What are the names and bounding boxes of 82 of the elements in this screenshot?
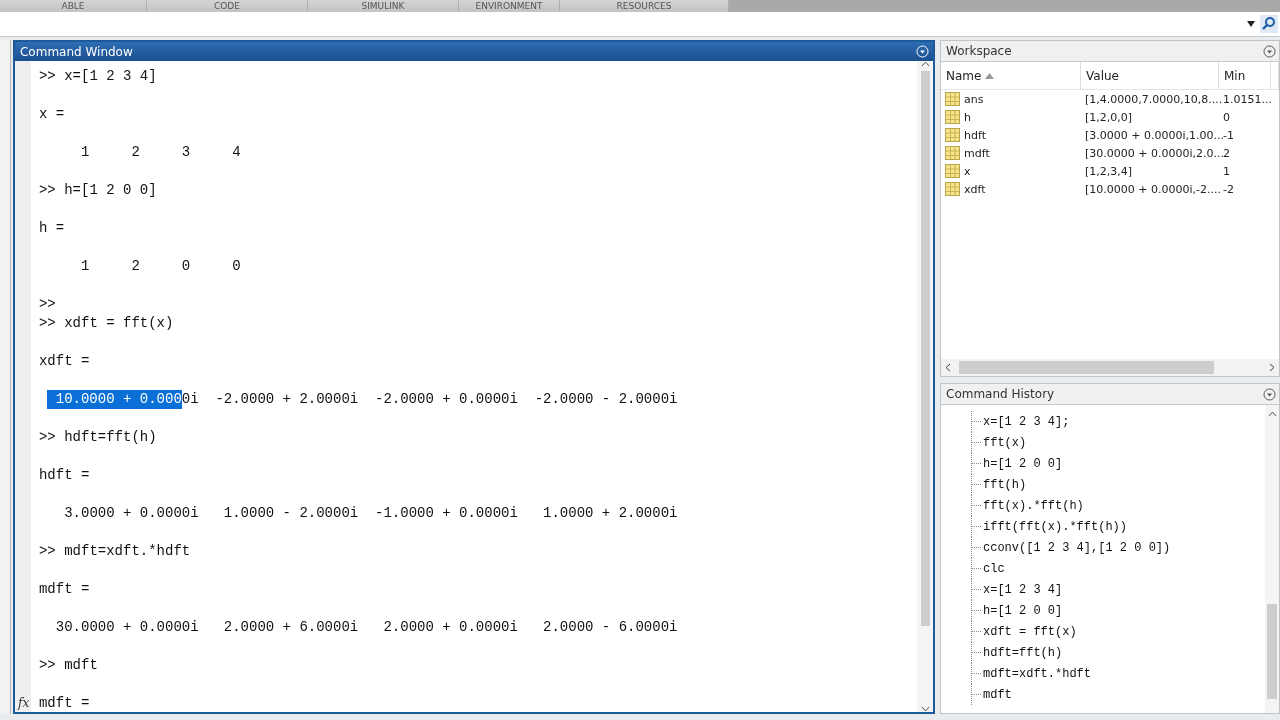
output-text: 30.0000 + 0.0000i 2.0000 + 6.0000i 2.0000 + 0.0000i 2.0000 - 6.0000i <box>54 618 678 637</box>
history-entry[interactable]: xdft = fft(x) <box>983 625 1077 639</box>
prompt: >> <box>38 295 56 314</box>
dropdown-caret-icon[interactable] <box>1246 20 1256 28</box>
prompt: >> <box>38 181 56 200</box>
command-text: hdft=fft(h) <box>64 428 157 447</box>
command-text: xdft = fft(x) <box>64 314 174 333</box>
variable-name[interactable]: xdft <box>964 182 986 196</box>
column-header[interactable]: Name <box>941 62 1081 89</box>
command-text: mdft <box>64 656 98 675</box>
scrollbar-thumb[interactable] <box>1267 604 1277 699</box>
history-entry[interactable]: hdft=fft(h) <box>983 646 1063 660</box>
history-entry[interactable]: ifft(fft(x).*fft(h)) <box>983 520 1128 534</box>
table-cell-text: [10.0000 + 0.0000i,-2.... <box>1084 182 1219 196</box>
output-text: 1 2 3 4 <box>79 143 241 162</box>
output-text: hdft = <box>38 466 90 485</box>
variable-name[interactable]: x <box>964 164 971 178</box>
table-cell-text: [1,2,0,0] <box>1084 110 1134 124</box>
output-text: xdft = <box>38 352 90 371</box>
sort-ascending-icon <box>985 72 995 79</box>
command-text: mdft=xdft.*hdft <box>64 542 191 561</box>
history-entry[interactable]: x=[1 2 3 4]; <box>983 415 1070 429</box>
output-text: 0i -2.0000 + 2.0000i -2.0000 + 0.0000i -2.0000 - 2.0000i <box>181 390 678 409</box>
output-text: h = <box>38 219 65 238</box>
table-cell-text: [1,4.0000,7.0000,10,8.... <box>1084 92 1219 106</box>
panel-menu-icon[interactable] <box>1263 44 1276 58</box>
panel-title: Command History <box>946 387 1055 402</box>
panel-menu-icon[interactable] <box>1263 388 1276 401</box>
history-entry[interactable]: fft(x).*fft(h) <box>983 499 1084 513</box>
history-entry[interactable]: mdft <box>983 688 1012 702</box>
scroll-left-icon[interactable] <box>945 363 951 373</box>
function-browser-button[interactable]: fx <box>17 696 30 710</box>
output-text: mdft = <box>38 694 90 712</box>
array-icon <box>945 110 960 124</box>
panel-title: Command Window <box>19 44 133 59</box>
output-text: 1 2 0 0 <box>79 257 241 276</box>
history-entry[interactable]: fft(h) <box>983 478 1027 492</box>
array-icon <box>945 92 960 106</box>
scroll-up-icon[interactable] <box>1267 411 1277 418</box>
scroll-up-icon[interactable] <box>920 61 930 67</box>
history-entry[interactable]: mdft=xdft.*hdft <box>983 667 1092 681</box>
table-cell-text: 1 <box>1222 164 1231 178</box>
scroll-down-icon[interactable] <box>920 706 930 712</box>
vertical-scrollbar[interactable] <box>1265 405 1279 713</box>
scroll-right-icon[interactable] <box>1269 363 1275 373</box>
table-cell-text: 1.0151... <box>1222 92 1271 106</box>
vertical-scrollbar[interactable] <box>917 61 933 712</box>
history-entry[interactable]: x=[1 2 3 4] <box>983 583 1063 597</box>
column-header[interactable]: Min <box>1219 62 1271 89</box>
output-text: x = <box>38 105 65 124</box>
history-entry[interactable]: cconv([1 2 3 4],[1 2 0 0]) <box>983 541 1171 555</box>
variable-name[interactable]: h <box>964 110 971 124</box>
array-icon <box>945 146 960 160</box>
array-icon <box>945 182 960 196</box>
selected-text: 10.0000 + 0.000 <box>47 390 182 409</box>
table-cell-text: [1,2,3,4] <box>1084 164 1134 178</box>
history-entry[interactable]: h=[1 2 0 0] <box>983 604 1063 618</box>
table-cell-text: 0 <box>1222 110 1231 124</box>
command-text: h=[1 2 0 0] <box>64 181 157 200</box>
output-text: 3.0000 + 0.0000i 1.0000 - 2.0000i -1.0000 + 0.0000i 1.0000 + 2.0000i <box>63 504 678 523</box>
search-icon[interactable] <box>1260 15 1278 33</box>
table-cell-text: -2 <box>1222 182 1235 196</box>
output-text: mdft = <box>38 580 90 599</box>
command-text: x=[1 2 3 4] <box>64 67 157 86</box>
history-entry[interactable]: h=[1 2 0 0] <box>983 457 1063 471</box>
history-entry[interactable]: fft(x) <box>983 436 1027 450</box>
column-header[interactable]: Value <box>1081 62 1219 89</box>
array-icon <box>945 128 960 142</box>
prompt: >> <box>38 542 56 561</box>
prompt: >> <box>38 314 56 333</box>
variable-name[interactable]: hdft <box>964 128 986 142</box>
panel-title: Workspace <box>946 44 1012 58</box>
variable-name[interactable]: mdft <box>964 146 990 160</box>
prompt: >> <box>38 656 56 675</box>
variable-name[interactable]: ans <box>964 92 984 106</box>
prompt: >> <box>38 67 56 86</box>
prompt: >> <box>38 428 56 447</box>
scrollbar-thumb[interactable] <box>959 361 1214 375</box>
array-icon <box>945 164 960 178</box>
horizontal-scrollbar[interactable] <box>941 359 1279 377</box>
history-entry[interactable]: clc <box>983 562 1005 576</box>
scrollbar-thumb[interactable] <box>920 71 930 626</box>
